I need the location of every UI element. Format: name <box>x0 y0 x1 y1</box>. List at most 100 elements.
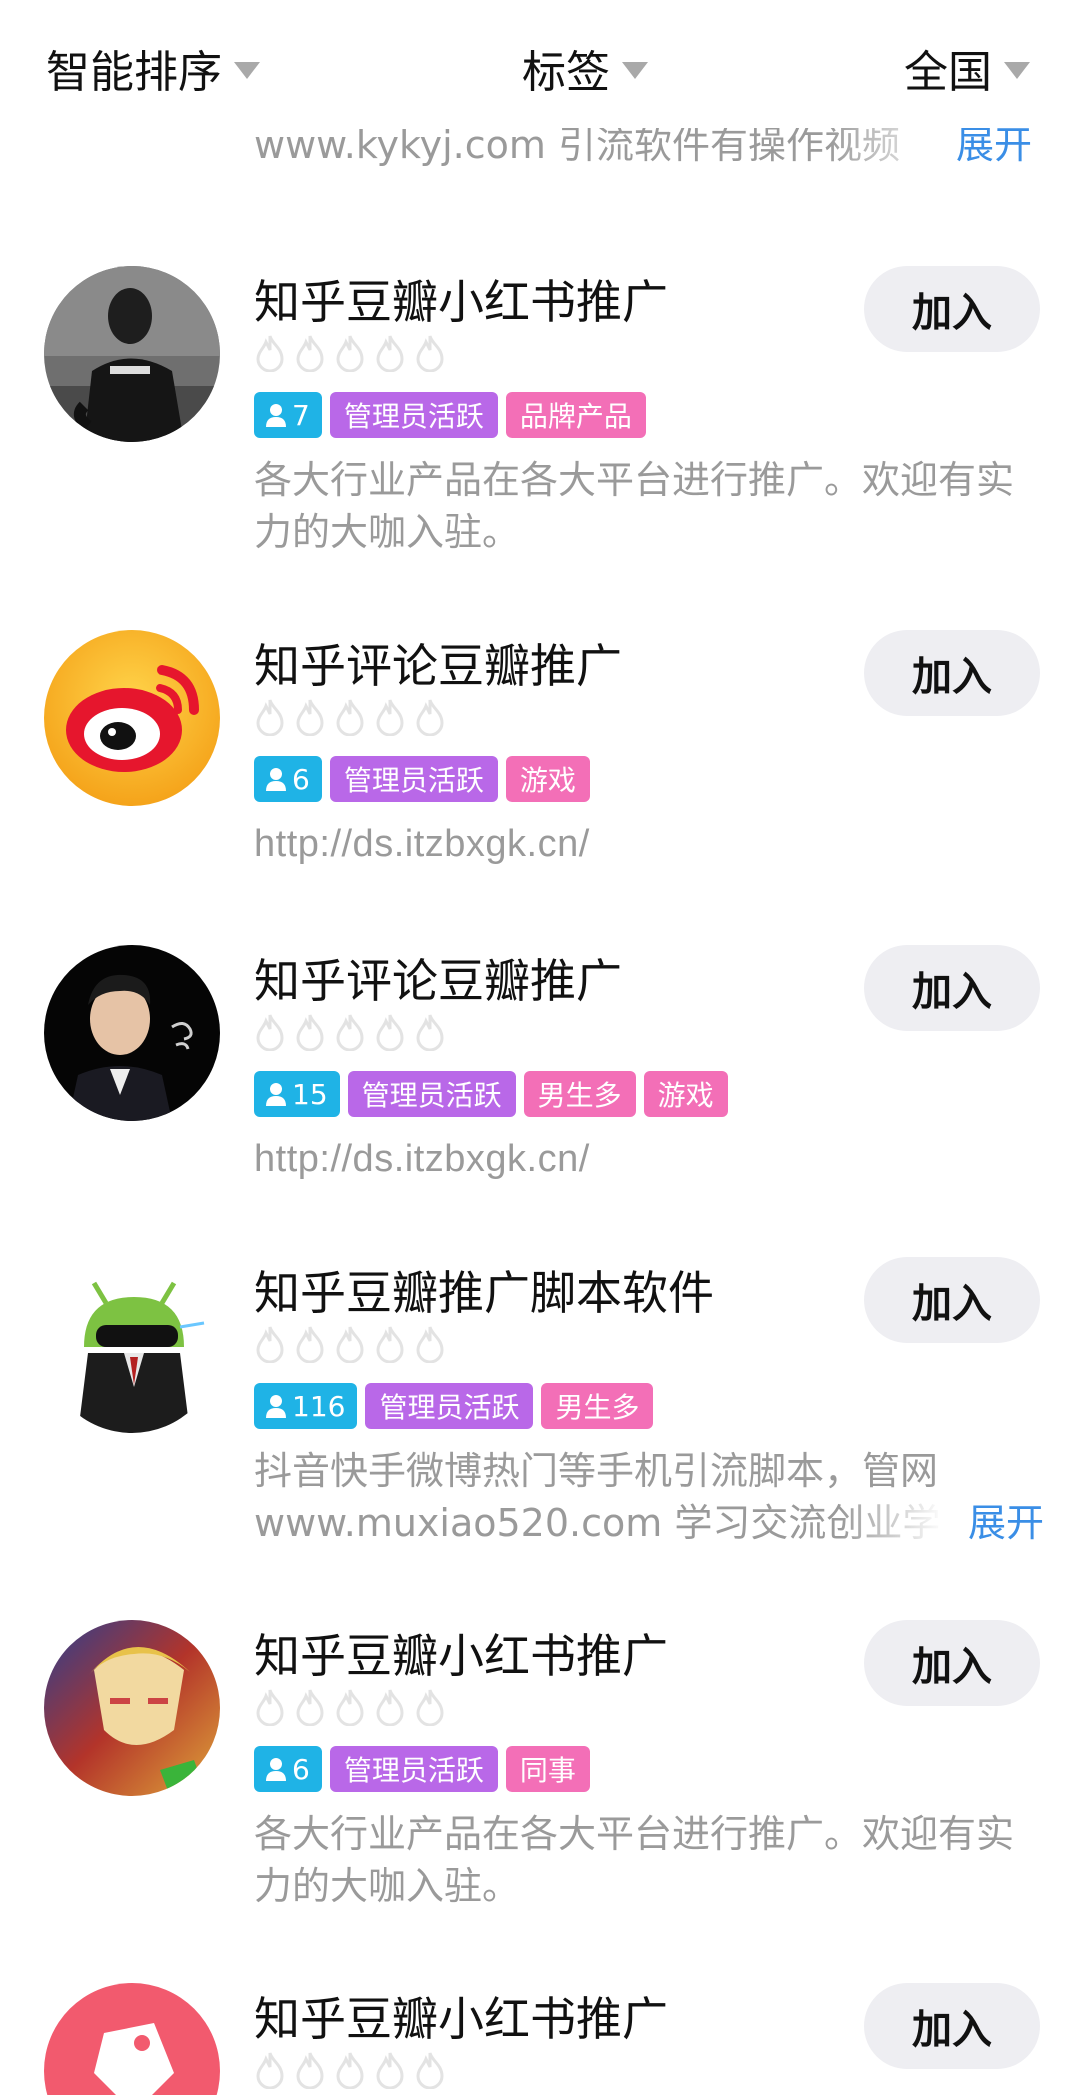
activity-rating <box>254 1688 446 1726</box>
flame-icon <box>414 698 446 736</box>
partial-list-item[interactable]: www.kykyj.com 引流软件有操作视频 展开 <box>0 128 1080 178</box>
member-count: 6 <box>292 1752 310 1786</box>
group-list-item[interactable]: 知乎豆瓣小红书推广 加入 6 管理员活跃 同事 各大行业产品在各大平台进行推广。… <box>0 1620 1080 1920</box>
member-count-badge: 6 <box>254 1746 322 1792</box>
caret-down-icon <box>622 61 648 79</box>
flame-icon <box>414 2051 446 2089</box>
caret-down-icon <box>1004 61 1030 79</box>
flame-icon <box>374 698 406 736</box>
flame-icon <box>254 1013 286 1051</box>
caret-down-icon <box>234 61 260 79</box>
flame-icon <box>334 2051 366 2089</box>
category-tag: 男生多 <box>541 1383 654 1429</box>
flame-icon <box>414 1688 446 1726</box>
flame-icon <box>254 1688 286 1726</box>
flame-icon <box>334 334 366 372</box>
group-description: http://ds.itzbxgk.cn/ <box>254 823 590 865</box>
group-avatar <box>44 1983 220 2095</box>
join-button[interactable]: 加入 <box>864 1620 1040 1706</box>
activity-rating <box>254 2051 446 2089</box>
person-icon <box>266 403 286 427</box>
group-description: 抖音快手微博热门等手机引流脚本，管网 www.muxiao520.com 学习交… <box>254 1445 1044 1549</box>
description-line: www.muxiao520.com 学习交流创业学 展开 <box>254 1497 1044 1549</box>
flame-icon <box>374 334 406 372</box>
join-button[interactable]: 加入 <box>864 266 1040 352</box>
flame-icon <box>294 2051 326 2089</box>
tag-list: 6 管理员活跃 游戏 <box>254 756 590 802</box>
flame-icon <box>294 1325 326 1363</box>
expand-link[interactable]: 展开 <box>968 1497 1044 1549</box>
admin-active-tag: 管理员活跃 <box>329 756 498 802</box>
flame-icon <box>334 1688 366 1726</box>
flame-icon <box>374 2051 406 2089</box>
person-icon <box>266 1082 286 1106</box>
group-list-item[interactable]: 知乎豆瓣推广脚本软件 加入 116 管理员活跃 男生多 抖音快手微博热门等手机引… <box>0 1257 1080 1547</box>
group-description: 各大行业产品在各大平台进行推广。欢迎有实力的大咖入驻。 <box>254 458 1015 554</box>
group-list-item[interactable]: 知乎评论豆瓣推广 加入 6 管理员活跃 游戏 http://ds.itzbxgk… <box>0 630 1080 865</box>
join-button[interactable]: 加入 <box>864 945 1040 1031</box>
filter-bar: 智能排序 标签 全国 <box>0 0 1080 128</box>
flame-icon <box>374 1013 406 1051</box>
member-count: 6 <box>292 762 310 796</box>
member-count: 116 <box>292 1389 346 1423</box>
join-button[interactable]: 加入 <box>864 630 1040 716</box>
flame-icon <box>334 1325 366 1363</box>
flame-icon <box>294 1688 326 1726</box>
person-icon <box>266 767 286 791</box>
person-icon <box>266 1757 286 1781</box>
group-title: 知乎豆瓣推广脚本软件 <box>254 1266 714 1320</box>
flame-icon <box>334 1013 366 1051</box>
sort-filter[interactable]: 智能排序 <box>46 36 260 100</box>
group-description: 各大行业产品在各大平台进行推广。欢迎有实力的大咖入驻。 <box>254 1812 1015 1908</box>
member-count-badge: 6 <box>254 756 322 802</box>
group-avatar <box>44 266 220 442</box>
activity-rating <box>254 1325 446 1363</box>
join-button[interactable]: 加入 <box>864 1257 1040 1343</box>
category-tag: 同事 <box>505 1746 590 1792</box>
group-list-item[interactable]: 知乎豆瓣小红书推广 加入 7 管理员活跃 品牌产品 各大行业产品在各大平台进行推… <box>0 266 1080 566</box>
group-title: 知乎豆瓣小红书推广 <box>254 1992 668 2046</box>
group-title: 知乎豆瓣小红书推广 <box>254 1629 668 1683</box>
member-count-badge: 15 <box>254 1071 340 1117</box>
tag-list: 15 管理员活跃 男生多 游戏 <box>254 1071 728 1117</box>
flame-icon <box>414 334 446 372</box>
group-title: 知乎豆瓣小红书推广 <box>254 275 668 329</box>
expand-link[interactable]: 展开 <box>956 128 1032 169</box>
flame-icon <box>254 334 286 372</box>
flame-icon <box>254 2051 286 2089</box>
category-tag: 品牌产品 <box>505 392 646 438</box>
category-tag: 游戏 <box>643 1071 728 1117</box>
flame-icon <box>414 1325 446 1363</box>
flame-icon <box>254 1325 286 1363</box>
tag-filter[interactable]: 标签 <box>522 36 648 100</box>
flame-icon <box>414 1013 446 1051</box>
tag-filter-label: 标签 <box>522 47 610 98</box>
group-avatar <box>44 945 220 1121</box>
flame-icon <box>374 1688 406 1726</box>
region-filter-label: 全国 <box>904 47 992 98</box>
flame-icon <box>294 698 326 736</box>
group-title: 知乎评论豆瓣推广 <box>254 954 622 1008</box>
group-title: 知乎评论豆瓣推广 <box>254 639 622 693</box>
join-button[interactable]: 加入 <box>864 1983 1040 2069</box>
tag-list: 7 管理员活跃 品牌产品 <box>254 392 646 438</box>
group-description: http://ds.itzbxgk.cn/ <box>254 1138 590 1180</box>
flame-icon <box>374 1325 406 1363</box>
tag-list: 6 管理员活跃 同事 <box>254 1746 590 1792</box>
person-icon <box>266 1394 286 1418</box>
member-count-badge: 116 <box>254 1383 358 1429</box>
member-count: 7 <box>292 398 310 432</box>
category-tag: 游戏 <box>505 756 590 802</box>
group-avatar <box>44 630 220 806</box>
sort-filter-label: 智能排序 <box>46 47 222 98</box>
admin-active-tag: 管理员活跃 <box>329 392 498 438</box>
admin-active-tag: 管理员活跃 <box>329 1746 498 1792</box>
category-tag: 男生多 <box>523 1071 636 1117</box>
group-list-item[interactable]: 知乎豆瓣小红书推广 加入 <box>0 1983 1080 2095</box>
description-line-text: www.muxiao520.com 学习交流创业学 <box>254 1501 941 1545</box>
flame-icon <box>294 1013 326 1051</box>
admin-active-tag: 管理员活跃 <box>365 1383 534 1429</box>
activity-rating <box>254 334 446 372</box>
region-filter[interactable]: 全国 <box>904 36 1030 100</box>
group-list-item[interactable]: 知乎评论豆瓣推广 加入 15 管理员活跃 男生多 游戏 http://ds.it… <box>0 945 1080 1180</box>
